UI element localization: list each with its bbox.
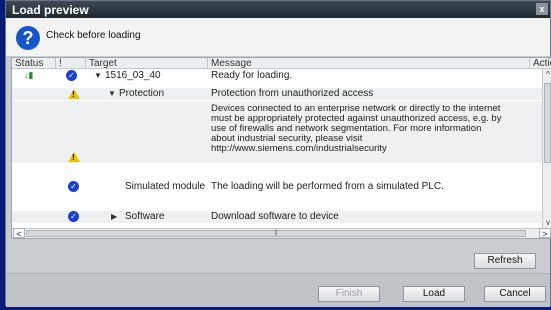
target-cell: 1516_03_40 (105, 70, 161, 81)
scroll-right-icon[interactable]: > (539, 228, 551, 238)
finish-button[interactable]: Finish (318, 286, 380, 302)
collapse-arrow-icon[interactable]: ▼ (108, 89, 116, 98)
target-cell: Simulated module (125, 181, 206, 192)
message-cell: The loading will be performed from a sim… (211, 181, 444, 192)
check-icon: ✓ (66, 70, 77, 81)
message-cell: Protection from unauthorized access (211, 88, 374, 99)
message-cell: Download software to device (211, 211, 339, 222)
expand-arrow-icon[interactable]: ▶ (111, 212, 117, 221)
target-cell: Protection (119, 88, 165, 99)
check-icon: ✓ (68, 211, 79, 222)
page-heading: Check before loading (46, 30, 141, 41)
load-preview-dialog: Load preview x ? Check before loading St… (5, 0, 551, 307)
table-row[interactable]: ↓▮ ✓ ▼ 1516_03_40 Ready for loading. (12, 70, 544, 82)
window-title: Load preview (12, 3, 89, 17)
question-icon: ? (16, 26, 40, 50)
load-status-icon: ↓▮ (24, 70, 34, 80)
column-header-message[interactable]: Message (208, 58, 530, 69)
vertical-scroll-thumb[interactable] (544, 83, 551, 163)
table-row[interactable]: ✓ Simulated module The loading will be p… (12, 181, 544, 193)
scroll-up-icon[interactable]: ^ (543, 70, 551, 80)
title-bar: Load preview x (6, 1, 550, 18)
close-icon[interactable]: x (536, 3, 548, 15)
column-header-warning[interactable]: ! (56, 58, 86, 69)
column-header-status[interactable]: Status (12, 58, 56, 69)
column-header-action[interactable]: Actio (530, 58, 551, 69)
load-button[interactable]: Load (403, 286, 465, 302)
horizontal-scroll-thumb[interactable]: || (26, 230, 526, 237)
dialog-footer: Finish Load Cancel (6, 273, 550, 307)
table-row[interactable]: ! Devices connected to an enterprise net… (12, 101, 544, 163)
horizontal-scrollbar[interactable]: < || > (12, 228, 551, 238)
target-cell: Software (125, 211, 165, 222)
column-header-target[interactable]: Target (86, 58, 208, 69)
message-cell: Devices connected to an enterprise netwo… (211, 103, 502, 154)
load-preview-grid[interactable]: Status ! Target Message Actio ↓▮ ✓ ▼ 151… (11, 57, 551, 239)
message-cell: Ready for loading. (211, 70, 293, 81)
table-row[interactable]: ✓ ▶ Software Download software to device (12, 211, 544, 223)
warning-icon: ! (68, 89, 80, 99)
cancel-button[interactable]: Cancel (484, 286, 546, 302)
scroll-left-icon[interactable]: < (13, 228, 25, 238)
vertical-scrollbar[interactable]: ^ v (542, 69, 551, 229)
header-area: ? Check before loading (6, 18, 550, 56)
refresh-button[interactable]: Refresh (474, 253, 536, 269)
collapse-arrow-icon[interactable]: ▼ (94, 71, 102, 80)
table-row[interactable]: ! ▼ Protection Protection from unauthori… (12, 88, 544, 100)
check-icon: ✓ (68, 181, 79, 192)
warning-icon: ! (68, 152, 80, 162)
scroll-down-icon[interactable]: v (543, 218, 551, 228)
